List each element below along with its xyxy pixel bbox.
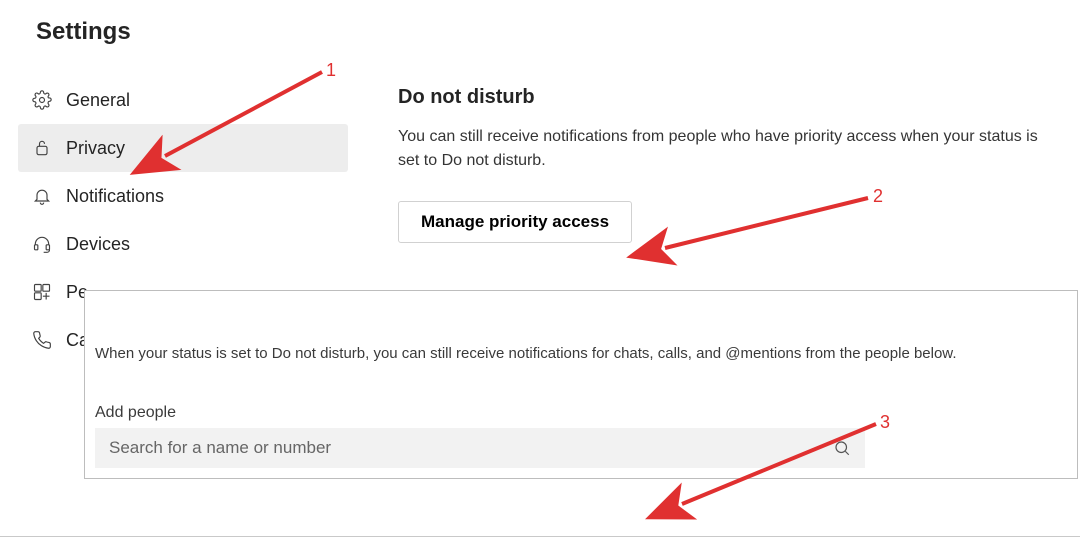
search-input[interactable] — [109, 438, 833, 458]
annotation-label-3: 3 — [880, 412, 890, 433]
annotation-label-2: 2 — [873, 186, 883, 207]
dnd-heading: Do not disturb — [398, 86, 1050, 109]
priority-access-panel: When your status is set to Do not distur… — [84, 290, 1078, 479]
priority-access-description: When your status is set to Do not distur… — [95, 345, 1067, 362]
manage-priority-access-button[interactable]: Manage priority access — [398, 201, 632, 243]
sidebar-item-notifications[interactable]: Notifications — [18, 172, 348, 220]
divider — [0, 536, 1080, 537]
dnd-description: You can still receive notifications from… — [398, 125, 1038, 173]
bell-icon — [30, 184, 54, 208]
sidebar-item-label: Privacy — [66, 138, 125, 159]
sidebar-item-general[interactable]: General — [18, 76, 348, 124]
annotation-label-1: 1 — [326, 60, 336, 81]
add-people-label: Add people — [95, 404, 1067, 422]
phone-icon — [30, 328, 54, 352]
sidebar-item-label: Notifications — [66, 186, 164, 207]
sidebar-item-label: General — [66, 90, 130, 111]
gear-icon — [30, 88, 54, 112]
lock-icon — [30, 136, 54, 160]
search-field-wrap[interactable] — [95, 428, 865, 468]
sidebar-item-label: Devices — [66, 234, 130, 255]
headset-icon — [30, 232, 54, 256]
sidebar-item-privacy[interactable]: Privacy — [18, 124, 348, 172]
search-icon — [833, 439, 851, 457]
page-title: Settings — [0, 0, 1080, 46]
apps-icon — [30, 280, 54, 304]
sidebar-item-devices[interactable]: Devices — [18, 220, 348, 268]
